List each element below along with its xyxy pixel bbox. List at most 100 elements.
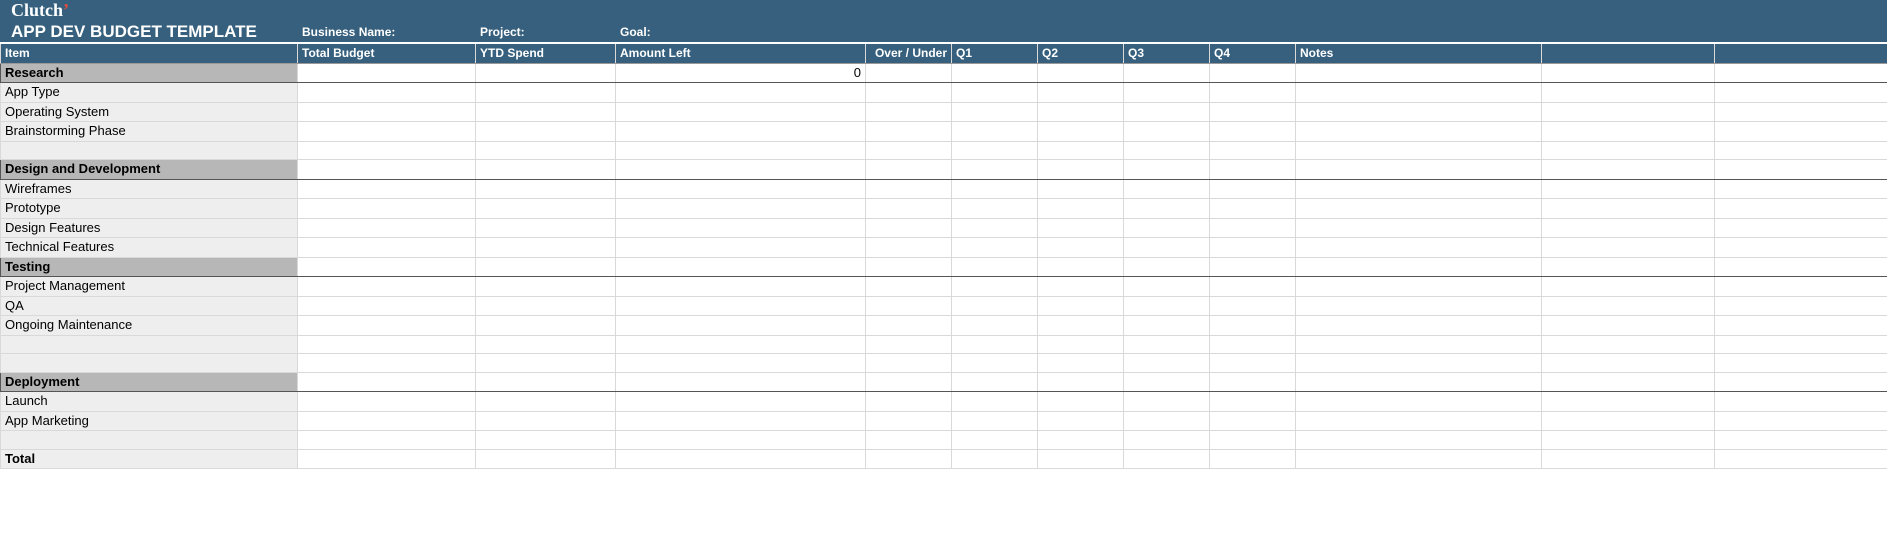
cell[interactable] [1124,199,1210,219]
cell[interactable] [1542,296,1715,316]
cell[interactable] [1210,316,1296,336]
cell[interactable] [1715,83,1887,103]
cell[interactable] [1210,238,1296,258]
cell[interactable] [952,218,1038,238]
cell[interactable] [476,102,616,122]
cell[interactable] [1038,122,1124,142]
cell[interactable] [952,316,1038,336]
cell[interactable] [1124,431,1210,450]
cell[interactable] [1124,411,1210,431]
cell[interactable] [1296,238,1542,258]
cell[interactable] [1296,335,1542,354]
cell[interactable] [1038,160,1124,180]
cell[interactable] [952,179,1038,199]
cell[interactable] [616,199,866,219]
blank-item[interactable] [1,335,298,354]
cell[interactable] [298,199,476,219]
cell[interactable] [866,218,952,238]
cell[interactable] [1542,199,1715,219]
cell[interactable] [298,354,476,373]
cell[interactable] [1715,372,1887,392]
cell[interactable] [616,431,866,450]
cell[interactable] [952,102,1038,122]
cell[interactable] [1038,218,1124,238]
cell-amount-left[interactable] [616,372,866,392]
item-label[interactable]: Launch [1,392,298,412]
cell[interactable] [1542,354,1715,373]
cell[interactable] [1542,63,1715,83]
cell[interactable] [1210,431,1296,450]
cell[interactable] [1715,122,1887,142]
cell[interactable] [1124,335,1210,354]
cell[interactable] [476,411,616,431]
cell[interactable] [1038,102,1124,122]
cell[interactable] [1210,141,1296,160]
item-label[interactable]: App Marketing [1,411,298,431]
cell[interactable] [1210,102,1296,122]
cell[interactable] [952,63,1038,83]
cell[interactable] [1296,296,1542,316]
cell[interactable] [1296,431,1542,450]
column-header-q4[interactable]: Q4 [1210,43,1296,63]
column-header-q2[interactable]: Q2 [1038,43,1124,63]
cell[interactable] [1124,277,1210,297]
cell-total-budget[interactable] [298,257,476,277]
cell[interactable] [1210,296,1296,316]
cell-total-budget[interactable] [298,63,476,83]
cell[interactable] [298,238,476,258]
cell[interactable] [1542,160,1715,180]
cell[interactable] [866,199,952,219]
cell[interactable] [1210,83,1296,103]
cell[interactable] [1124,218,1210,238]
cell-ytd-spend[interactable] [476,160,616,180]
cell[interactable] [616,83,866,103]
cell[interactable] [298,218,476,238]
cell[interactable] [1038,411,1124,431]
item-label[interactable]: Prototype [1,199,298,219]
cell-amount-left[interactable]: 0 [616,63,866,83]
cell[interactable] [1210,199,1296,219]
cell[interactable] [952,296,1038,316]
cell[interactable] [866,277,952,297]
column-header-over-under[interactable]: Over / Under [866,43,952,63]
cell[interactable] [1124,83,1210,103]
cell-ytd-spend[interactable] [476,372,616,392]
cell[interactable] [1210,179,1296,199]
item-label[interactable]: Wireframes [1,179,298,199]
cell[interactable] [1124,63,1210,83]
column-header-q3[interactable]: Q3 [1124,43,1210,63]
cell[interactable] [1715,257,1887,277]
cell[interactable] [1124,179,1210,199]
cell[interactable] [1715,411,1887,431]
blank-item[interactable] [1,141,298,160]
cell[interactable] [952,354,1038,373]
cell[interactable] [1296,199,1542,219]
cell[interactable] [1715,102,1887,122]
cell[interactable] [866,449,952,469]
cell[interactable] [1296,354,1542,373]
cell[interactable] [1124,238,1210,258]
cell[interactable] [1296,102,1542,122]
cell[interactable] [1715,179,1887,199]
cell[interactable] [866,411,952,431]
cell[interactable] [476,354,616,373]
cell[interactable] [1038,431,1124,450]
cell[interactable] [952,141,1038,160]
cell[interactable] [298,277,476,297]
cell[interactable] [616,296,866,316]
cell[interactable] [1038,316,1124,336]
cell[interactable] [298,449,476,469]
cell[interactable] [1124,354,1210,373]
cell[interactable] [952,411,1038,431]
cell[interactable] [1715,238,1887,258]
cell[interactable] [1038,199,1124,219]
cell[interactable] [1542,431,1715,450]
cell[interactable] [476,141,616,160]
cell[interactable] [1296,122,1542,142]
cell[interactable] [1210,392,1296,412]
cell[interactable] [616,392,866,412]
cell[interactable] [298,179,476,199]
cell[interactable] [1124,122,1210,142]
cell[interactable] [1124,102,1210,122]
item-label[interactable]: App Type [1,83,298,103]
